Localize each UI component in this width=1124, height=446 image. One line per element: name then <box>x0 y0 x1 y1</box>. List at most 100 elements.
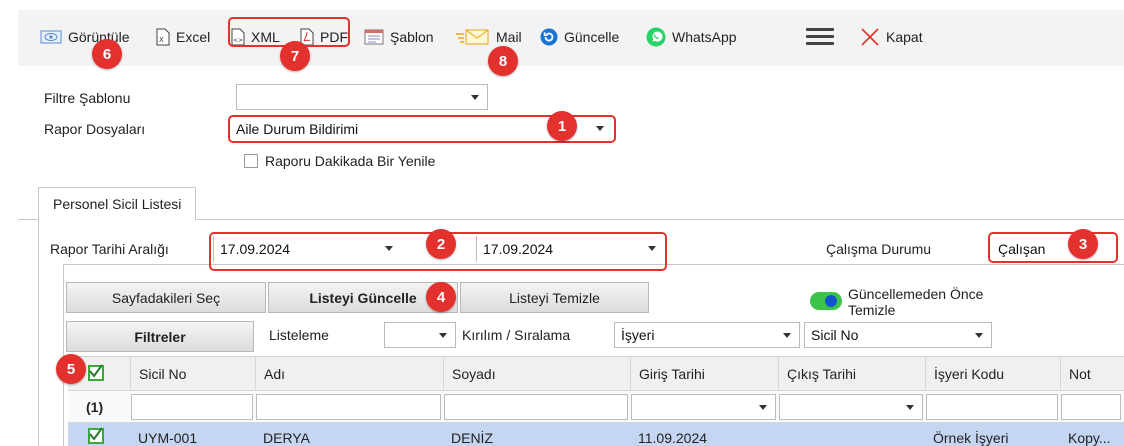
chevron-down-icon <box>783 333 791 338</box>
filter-date-select[interactable] <box>631 394 776 420</box>
view-icon <box>40 30 62 44</box>
breakdown-select-2[interactable]: Sicil No <box>804 322 992 348</box>
cell-sicil-no: UYM-001 <box>138 430 198 446</box>
column-header[interactable]: Giriş Tarihi <box>630 357 778 390</box>
select-page-button[interactable]: Sayfadakileri Seç <box>66 282 266 313</box>
annotation-badge: 8 <box>488 46 518 76</box>
pdf-button[interactable]: PDF <box>300 26 348 48</box>
column-header[interactable]: Not <box>1060 357 1124 390</box>
work-status-label: Çalışma Durumu <box>826 241 932 257</box>
breakdown-value-1: İşyeri <box>621 327 655 343</box>
filter-template-label: Filtre Şablonu <box>44 90 131 106</box>
chevron-down-icon <box>439 333 447 338</box>
annotation-badge: 6 <box>92 39 122 69</box>
annotation-badge: 3 <box>1068 229 1098 259</box>
chevron-down-icon <box>471 95 479 100</box>
column-header[interactable]: Sicil No <box>130 357 255 390</box>
report-files-value: Aile Durum Bildirimi <box>236 121 359 137</box>
toggle-knob <box>825 295 837 307</box>
filter-template-select[interactable] <box>236 84 488 110</box>
end-date-value: 17.09.2024 <box>483 241 554 257</box>
svg-text:X: X <box>159 36 164 44</box>
whatsapp-button[interactable]: WhatsApp <box>646 26 737 48</box>
chevron-down-icon <box>759 405 767 410</box>
row-checkbox[interactable] <box>88 427 104 444</box>
xml-icon: <> <box>231 28 245 46</box>
select-all-checkbox[interactable] <box>88 364 104 381</box>
refresh-every-minute-label: Raporu Dakikada Bir Yenile <box>265 153 436 169</box>
column-header[interactable]: Adı <box>255 357 443 390</box>
menu-icon[interactable] <box>806 28 834 46</box>
close-icon <box>861 28 879 46</box>
clear-before-update-line1: Güncellemeden Önce <box>848 286 984 302</box>
grid-filter-row: (1) <box>68 391 1124 423</box>
cell-not: Kopy... <box>1068 430 1111 446</box>
template-button[interactable]: Şablon <box>364 26 434 48</box>
filters-button[interactable]: Filtreler <box>66 321 254 352</box>
listing-select[interactable] <box>384 322 456 348</box>
whatsapp-icon <box>646 27 666 47</box>
cell-adi: DERYA <box>263 430 310 446</box>
annotation-badge: 4 <box>426 282 456 312</box>
filter-input[interactable] <box>131 394 253 420</box>
grid-header: Sicil No Adı Soyadı Giriş Tarihi Çıkış T… <box>68 356 1124 391</box>
pdf-label: PDF <box>320 29 348 45</box>
annotation-badge: 1 <box>547 111 577 141</box>
chevron-down-icon <box>975 333 983 338</box>
close-label: Kapat <box>886 29 923 45</box>
mail-label: Mail <box>496 29 522 45</box>
breakdown-select-1[interactable]: İşyeri <box>614 322 800 348</box>
xml-button[interactable]: <> XML <box>231 26 280 48</box>
xml-label: XML <box>251 29 280 45</box>
cell-cikis-tarihi <box>778 423 925 446</box>
annotation-badge: 5 <box>56 354 86 384</box>
cell-isyeri-kodu: Örnek İşyeri <box>933 430 1009 446</box>
start-date-value: 17.09.2024 <box>220 241 291 257</box>
cell-giris-tarihi: 11.09.2024 <box>638 430 708 446</box>
check-icon <box>89 364 103 378</box>
chevron-down-icon <box>596 126 604 131</box>
mail-button[interactable]: Mail <box>456 26 522 48</box>
chevron-down-icon <box>648 246 656 251</box>
filter-date-select[interactable] <box>779 394 923 420</box>
table-row[interactable]: UYM-001 DERYA DENİZ 11.09.2024 Örnek İşy… <box>68 423 1124 446</box>
clear-list-button[interactable]: Listeyi Temizle <box>460 282 649 313</box>
tab-personnel-list[interactable]: Personel Sicil Listesi <box>38 187 197 220</box>
annotation-badge: 7 <box>280 41 310 71</box>
date-range-label: Rapor Tarihi Aralığı <box>50 241 169 257</box>
excel-icon: X <box>156 28 170 46</box>
mail-icon <box>456 29 489 45</box>
work-status-value: Çalışan <box>998 241 1046 257</box>
end-date-picker[interactable]: 17.09.2024 <box>476 236 664 262</box>
column-header[interactable]: Çıkış Tarihi <box>778 357 925 390</box>
template-label: Şablon <box>390 29 434 45</box>
refresh-every-minute-checkbox[interactable] <box>244 154 258 168</box>
cell-soyadi: DENİZ <box>451 430 493 446</box>
annotation-badge: 2 <box>426 229 456 259</box>
filter-input[interactable] <box>1061 394 1121 420</box>
listing-label: Listeleme <box>269 327 329 343</box>
close-button[interactable]: Kapat <box>860 26 923 48</box>
template-icon <box>364 29 384 45</box>
whatsapp-label: WhatsApp <box>672 29 737 45</box>
group-count: (1) <box>86 399 104 415</box>
report-files-label: Rapor Dosyaları <box>44 121 146 137</box>
svg-text:<>: <> <box>233 37 243 44</box>
check-icon <box>89 427 103 441</box>
column-header[interactable]: Soyadı <box>443 357 630 390</box>
refresh-label: Güncelle <box>564 29 620 45</box>
refresh-icon <box>540 28 558 46</box>
start-date-picker[interactable]: 17.09.2024 <box>213 236 401 262</box>
excel-button[interactable]: X Excel <box>156 26 210 48</box>
filter-input[interactable] <box>444 394 628 420</box>
breakdown-value-2: Sicil No <box>811 327 859 343</box>
filter-input[interactable] <box>256 394 441 420</box>
column-header[interactable]: İşyeri Kodu <box>925 357 1060 390</box>
breakdown-label: Kırılım / Sıralama <box>462 327 571 343</box>
excel-label: Excel <box>176 29 211 45</box>
refresh-button[interactable]: Güncelle <box>540 26 619 48</box>
filter-input[interactable] <box>926 394 1058 420</box>
chevron-down-icon <box>385 246 393 251</box>
clear-before-update-toggle[interactable] <box>810 292 842 310</box>
clear-before-update-line2: Temizle <box>848 302 896 318</box>
